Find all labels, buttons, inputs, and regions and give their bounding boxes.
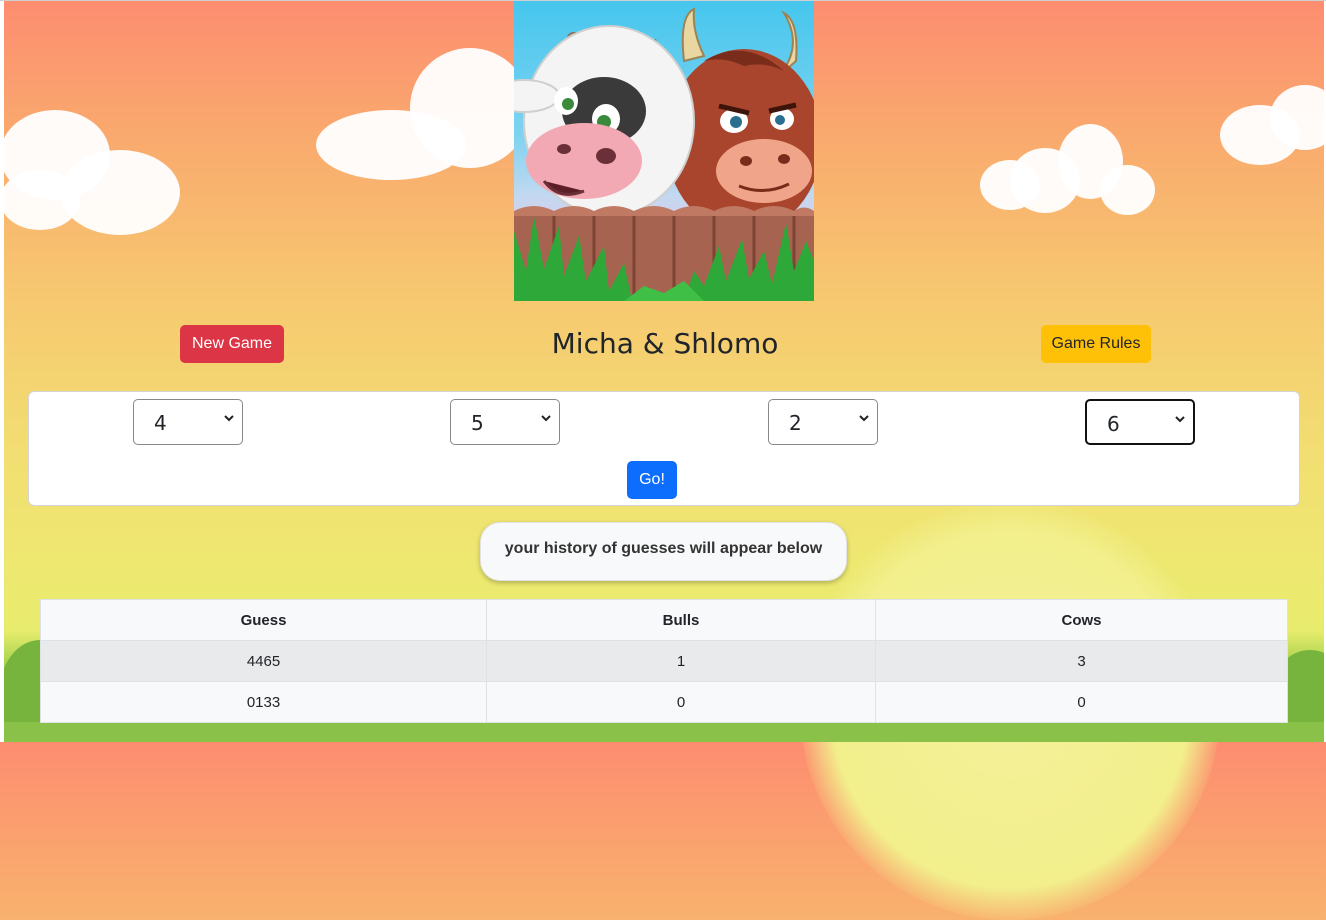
cloud [0,170,80,230]
table-row: 4465 1 3 [40,640,1288,682]
column-header-cows: Cows [875,599,1288,641]
digit-value: 2 [789,411,802,435]
digit-value: 6 [1107,412,1120,436]
chevron-down-icon [224,415,234,422]
cloud [1100,165,1155,215]
grass [0,722,1326,742]
bulls-cell: 0 [486,681,876,723]
table-row: 0133 0 0 [40,681,1288,723]
bulls-cell: 1 [486,640,876,682]
digit-select-2[interactable]: 5 [450,399,560,445]
cows-cell: 3 [875,640,1288,682]
guess-cell: 4465 [40,640,487,682]
game-logo [514,1,814,301]
new-game-button[interactable]: New Game [180,325,284,363]
digit-select-3[interactable]: 2 [768,399,878,445]
chevron-down-icon [859,415,869,422]
page-title: Micha & Shlomo [551,327,779,360]
digit-select-4[interactable]: 6 [1085,399,1195,445]
chevron-down-icon [1175,416,1185,423]
digit-value: 4 [154,411,167,435]
cow-and-bull-illustration [514,7,814,301]
guess-history-table: Guess Bulls Cows 4465 1 3 0133 0 0 [40,599,1288,723]
column-header-guess: Guess [40,599,487,641]
cows-cell: 0 [875,681,1288,723]
game-rules-button[interactable]: Game Rules [1041,325,1151,363]
cloud [410,48,530,168]
table-header-row: Guess Bulls Cows [40,599,1288,641]
chevron-down-icon [541,415,551,422]
digit-value: 5 [471,411,484,435]
window-frame [0,0,4,742]
history-banner: your history of guesses will appear belo… [480,522,847,581]
go-button[interactable]: Go! [627,461,677,499]
guess-cell: 0133 [40,681,487,723]
digit-select-1[interactable]: 4 [133,399,243,445]
column-header-bulls: Bulls [486,599,876,641]
guess-form: 4 5 2 6 Go! [28,391,1300,506]
